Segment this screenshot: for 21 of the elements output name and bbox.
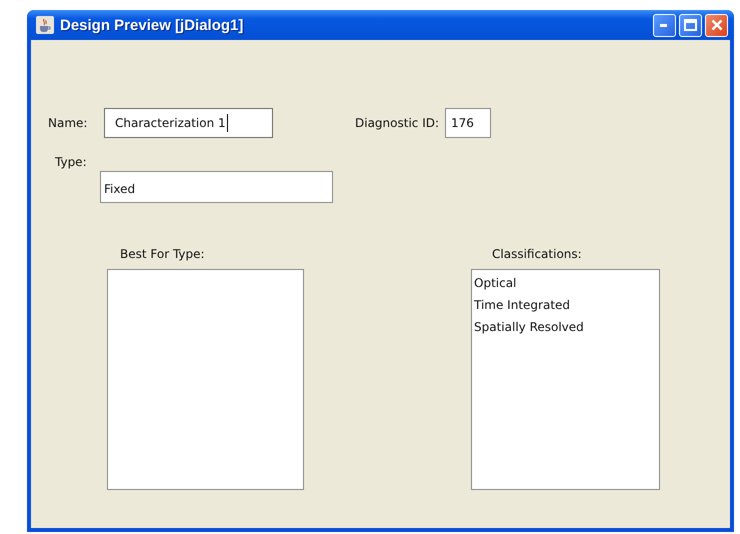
close-icon	[710, 19, 722, 31]
list-item[interactable]: Time Integrated	[474, 294, 657, 316]
list-label: Classifications:	[492, 247, 583, 263]
window-title: Design Preview [jDialog1]	[60, 16, 244, 34]
close-button[interactable]	[705, 14, 728, 36]
minimize-button[interactable]	[653, 14, 676, 36]
field-label: Type:	[55, 155, 88, 169]
list-label: Best For Type:	[120, 247, 206, 263]
maximize-button[interactable]	[679, 14, 702, 36]
text-field[interactable]: Fixed	[100, 171, 333, 203]
text-field[interactable]: Characterization 1	[104, 108, 273, 138]
cup-icon	[36, 16, 54, 34]
list-item[interactable]: Optical	[474, 272, 657, 294]
field-label: Name:	[48, 116, 88, 130]
list-box[interactable]: Optical Time Integrated Spatially Resolved	[471, 269, 660, 490]
maximize-icon	[684, 19, 697, 31]
text-field[interactable]: 176	[445, 108, 492, 138]
minimize-icon	[660, 22, 669, 28]
list-item[interactable]: Spatially Resolved	[474, 316, 657, 338]
text-cursor	[226, 114, 228, 132]
field-label: Diagnostic ID:	[355, 116, 440, 130]
